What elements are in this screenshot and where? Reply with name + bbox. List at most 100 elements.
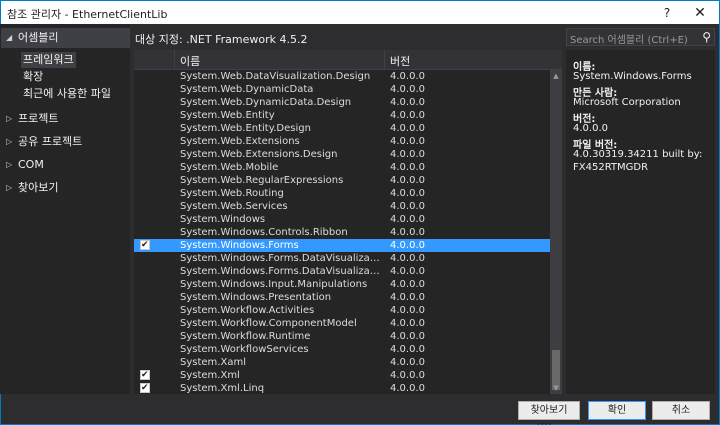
row-name: System.Web.RegularExpressions (180, 175, 344, 186)
browse-button[interactable]: 찾아보기(B)... (518, 401, 580, 425)
table-row[interactable]: System.Windows.Forms 4.0.0.0 (134, 239, 550, 252)
table-row[interactable]: System.Web.DynamicData.Design 4.0.0.0 (134, 96, 550, 109)
table-row[interactable]: System.Windows.Forms.DataVisualization 4.… (134, 252, 550, 265)
sidebar-item-label: COM (18, 158, 44, 171)
table-row[interactable]: System.Web.Routing 4.0.0.0 (134, 187, 550, 200)
sidebar-item-framework[interactable]: 프레임워크 (21, 52, 76, 68)
column-separator (174, 50, 175, 70)
table-row[interactable]: System.Windows.Presentation 4.0.0.0 (134, 291, 550, 304)
table-row[interactable]: System.Xml 4.0.0.0 (134, 369, 550, 382)
assembly-rows: System.Web.DataVisualization.Design 4.0.0… (134, 70, 550, 394)
sidebar-item-recent[interactable]: 최근에 사용한 파일 (23, 86, 111, 102)
sidebar-item-label: 프로젝트 (18, 112, 59, 125)
sidebar-item-extensions[interactable]: 확장 (23, 69, 43, 85)
row-version: 4.0.0.0 (390, 97, 425, 108)
row-name: System.Web.Extensions.Design (180, 149, 338, 160)
row-name: System.Windows.Forms.DataVisualization (180, 253, 382, 264)
column-separator (384, 50, 385, 70)
row-checkbox[interactable] (140, 382, 150, 394)
collapsed-arrow-icon: ▷ (6, 114, 13, 123)
ok-button[interactable]: 확인 (588, 401, 646, 420)
row-name: System.Xml.Linq (180, 383, 265, 394)
sidebar-item-label: 공유 프로젝트 (18, 135, 83, 148)
row-name: System.Web.DataVisualization.Design (180, 71, 371, 82)
table-row[interactable]: System.WorkflowServices 4.0.0.0 (134, 343, 550, 356)
row-version: 4.0.0.0 (390, 227, 425, 238)
scroll-up-icon[interactable]: ▲ (550, 70, 562, 82)
table-row[interactable]: System.Xaml 4.0.0.0 (134, 356, 550, 369)
row-name: System.Web.Entity.Design (180, 123, 311, 134)
table-row[interactable]: System.Workflow.Runtime 4.0.0.0 (134, 330, 550, 343)
row-version: 4.0.0.0 (390, 253, 425, 264)
category-sidebar: ◢ 어셈블리 프레임워크 확장 최근에 사용한 파일 ▷ 프로젝트 ▷ 공유 프… (0, 24, 130, 394)
row-name: System.Windows.Presentation (180, 292, 332, 303)
title-bar: 참조 관리자 - EthernetClientLib ? ✕ (0, 0, 720, 24)
collapsed-arrow-icon: ▷ (6, 137, 13, 146)
table-row[interactable]: System.Xml.Linq 4.0.0.0 (134, 382, 550, 394)
close-button[interactable]: ✕ (689, 3, 711, 23)
row-name: System.Web.DynamicData.Design (180, 97, 352, 108)
sidebar-item-label: 어셈블리 (18, 31, 59, 44)
table-row[interactable]: System.Web.Extensions.Design 4.0.0.0 (134, 148, 550, 161)
row-version: 4.0.0.0 (390, 344, 425, 355)
target-framework-label: 대상 지정: .NET Framework 4.5.2 (135, 33, 308, 46)
row-name: System.Windows.Forms.DataVisualization.D… (180, 266, 382, 277)
row-checkbox[interactable] (140, 239, 150, 251)
table-row[interactable]: System.Windows 4.0.0.0 (134, 213, 550, 226)
table-row[interactable]: System.Windows.Controls.Ribbon 4.0.0.0 (134, 226, 550, 239)
row-name: System.Workflow.Runtime (180, 331, 311, 342)
row-version: 4.0.0.0 (390, 162, 425, 173)
row-name: System.WorkflowServices (180, 344, 309, 355)
row-version: 4.0.0.0 (390, 84, 425, 95)
table-row[interactable]: System.Web.RegularExpressions 4.0.0.0 (134, 174, 550, 187)
sidebar-item-label: 찾아보기 (18, 181, 59, 194)
cancel-button[interactable]: 취소 (652, 401, 710, 420)
row-name: System.Web.DynamicData (180, 84, 314, 95)
window-title: 참조 관리자 - EthernetClientLib (7, 8, 168, 21)
row-name: System.Windows.Input.Manipulations (180, 279, 368, 290)
table-row[interactable]: System.Workflow.ComponentModel 4.0.0.0 (134, 317, 550, 330)
column-header-name[interactable]: 이름 (180, 53, 200, 69)
table-row[interactable]: System.Web.DynamicData 4.0.0.0 (134, 83, 550, 96)
row-name: System.Windows.Forms (180, 240, 299, 251)
row-name: System.Web.Mobile (180, 162, 279, 173)
expanded-arrow-icon: ◢ (6, 33, 13, 42)
detail-name-value: System.Windows.Forms (573, 71, 692, 82)
table-row[interactable]: System.Windows.Forms.DataVisualization.D… (134, 265, 550, 278)
collapsed-arrow-icon: ▷ (6, 160, 13, 169)
row-version: 4.0.0.0 (390, 370, 425, 381)
vertical-scrollbar[interactable]: ▲ ▼ (550, 70, 562, 394)
scroll-down-icon[interactable]: ▼ (550, 382, 562, 394)
details-panel: 이름: System.Windows.Forms 만든 사람: Microsof… (566, 50, 715, 394)
detail-file-version-value: 4.0.30319.34211 built by: (573, 149, 703, 160)
table-row[interactable]: System.Web.Mobile 4.0.0.0 (134, 161, 550, 174)
search-icon[interactable]: ⚲ (702, 30, 711, 44)
row-version: 4.0.0.0 (390, 266, 425, 277)
table-row[interactable]: System.Web.Entity 4.0.0.0 (134, 109, 550, 122)
help-button[interactable]: ? (656, 3, 678, 23)
row-name: System.Web.Entity (180, 110, 275, 121)
table-row[interactable]: System.Web.DataVisualization.Design 4.0.0… (134, 70, 550, 83)
row-version: 4.0.0.0 (390, 201, 425, 212)
table-row[interactable]: System.Workflow.Activities 4.0.0.0 (134, 304, 550, 317)
table-row[interactable]: System.Web.Extensions 4.0.0.0 (134, 135, 550, 148)
row-version: 4.0.0.0 (390, 149, 425, 160)
row-name: System.Xml (180, 370, 240, 381)
row-version: 4.0.0.0 (390, 279, 425, 290)
row-name: System.Xaml (180, 357, 246, 368)
column-header-version[interactable]: 버전 (390, 53, 410, 69)
list-header: 이름 버전 (134, 50, 562, 70)
row-name: System.Windows (180, 214, 266, 225)
row-version: 4.0.0.0 (390, 214, 425, 225)
table-row[interactable]: System.Web.Services 4.0.0.0 (134, 200, 550, 213)
row-version: 4.0.0.0 (390, 305, 425, 316)
table-row[interactable]: System.Windows.Input.Manipulations 4.0.0.… (134, 278, 550, 291)
row-version: 4.0.0.0 (390, 71, 425, 82)
detail-author-value: Microsoft Corporation (573, 97, 681, 108)
table-row[interactable]: System.Web.Entity.Design 4.0.0.0 (134, 122, 550, 135)
row-checkbox[interactable] (140, 369, 150, 381)
detail-version-value: 4.0.0.0 (573, 123, 608, 134)
detail-file-version-build: FX452RTMGDR (573, 162, 649, 173)
search-input[interactable]: Search 어셈블리 (Ctrl+E) ⚲ (566, 28, 715, 46)
row-version: 4.0.0.0 (390, 188, 425, 199)
